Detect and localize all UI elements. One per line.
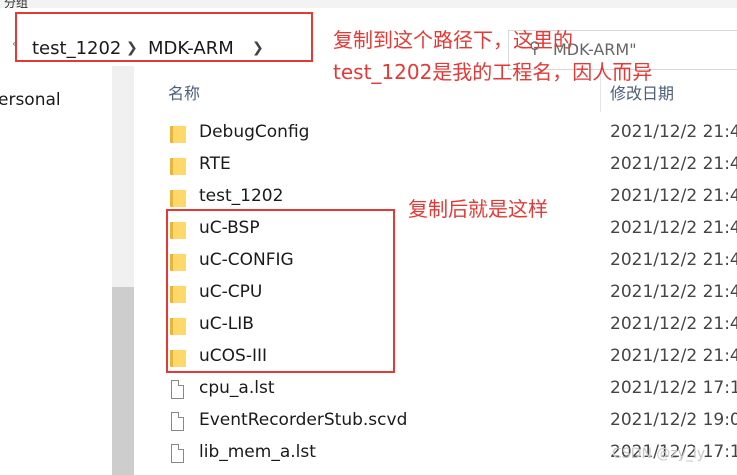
ribbon-strip: 分组 [0,0,737,10]
file-icon [170,444,186,464]
file-row[interactable]: cpu_a.lst 2021/12/2 17:1 [160,374,737,406]
watermark: CSDN @zy_ly [612,446,706,462]
file-row[interactable]: DebugConfig 2021/12/2 21:4 [160,118,737,150]
folder-icon [170,158,186,176]
file-modified: 2021/12/2 21:4 [610,314,737,334]
file-name: DebugConfig [199,122,310,142]
file-row[interactable]: EventRecorderStub.scvd 2021/12/2 19:0 [160,406,737,438]
scrollbar-thumb[interactable] [112,287,134,475]
nav-item-personal[interactable]: ersonal [0,90,61,110]
file-modified: 2021/12/2 17:1 [610,378,737,398]
file-name: EventRecorderStub.scvd [199,410,408,430]
file-modified: 2021/12/2 21:4 [610,154,737,174]
annotation-note-path-line2: test_1202是我的工程名，因人而异 [333,60,653,84]
file-modified: 2021/12/2 19:0 [610,410,737,430]
file-modified: 2021/12/2 21:4 [610,186,737,206]
file-modified: 2021/12/2 21:4 [610,218,737,238]
file-modified: 2021/12/2 21:4 [610,282,737,302]
file-name: RTE [199,154,231,174]
file-row[interactable]: RTE 2021/12/2 21:4 [160,150,737,182]
annotation-note-path-line1: 复制到这个路径下，这里的 [333,28,573,52]
file-name: lib_mem_a.lst [199,442,316,462]
folder-icon [170,190,186,208]
annotation-box-path [15,12,313,62]
file-modified: 2021/12/2 21:4 [610,346,737,366]
navigation-pane: ersonal [0,66,112,475]
file-modified: 2021/12/2 21:4 [610,122,737,142]
annotation-box-copied [166,209,395,373]
file-icon [170,412,186,432]
annotation-note-copied: 复制后就是这样 [408,197,548,221]
column-header-name[interactable]: 名称 [168,80,200,104]
nav-scrollbar[interactable] [112,66,134,475]
file-icon [170,380,186,400]
file-modified: 2021/12/2 21:4 [610,250,737,270]
file-name: test_1202 [199,186,284,206]
file-name: cpu_a.lst [199,378,275,398]
folder-icon [170,126,186,144]
